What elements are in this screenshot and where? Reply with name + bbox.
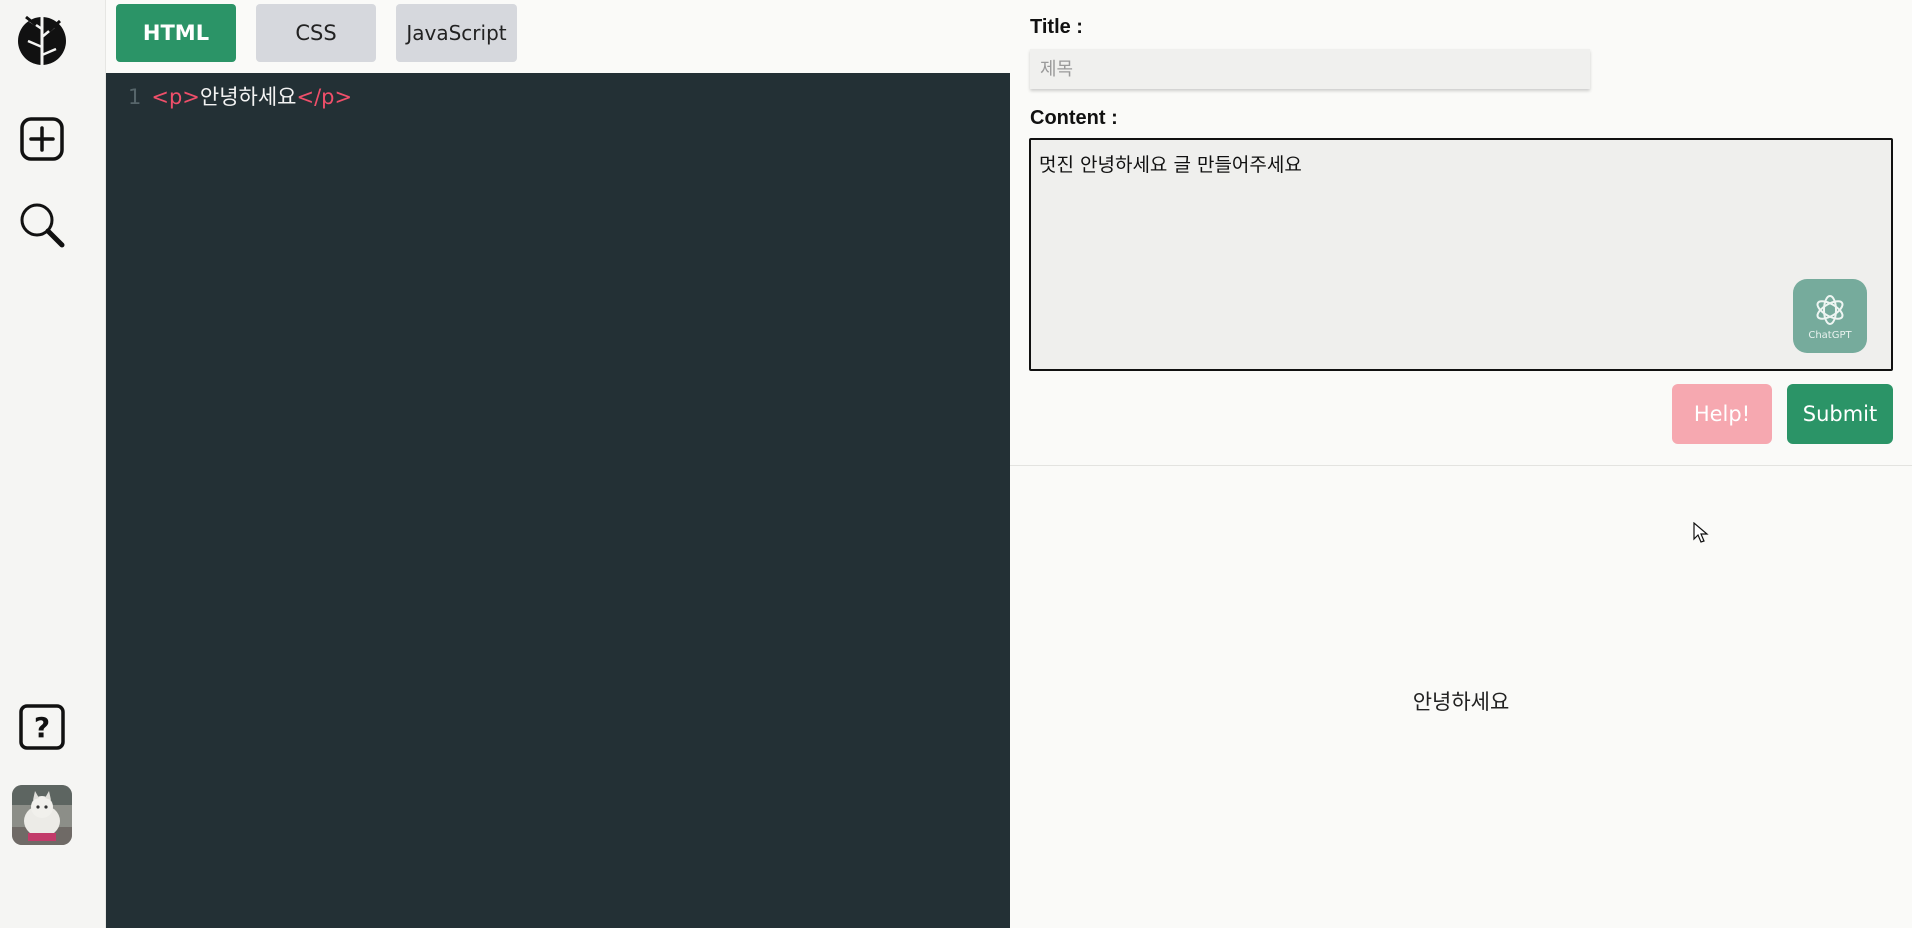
preview-output: 안녕하세요 xyxy=(1412,690,1510,714)
line-number: 1 xyxy=(128,85,142,109)
chatgpt-button[interactable]: ChatGPT xyxy=(1793,279,1867,353)
add-post-button[interactable] xyxy=(15,112,69,166)
title-input[interactable] xyxy=(1030,49,1590,89)
svg-text:?: ? xyxy=(34,711,50,744)
content-label: Content : xyxy=(1030,107,1118,129)
close-tag: </p> xyxy=(296,85,353,109)
chatgpt-icon xyxy=(1816,294,1844,325)
submit-button[interactable]: Submit xyxy=(1787,384,1893,444)
search-icon xyxy=(20,203,65,248)
help-button[interactable]: Help! xyxy=(1672,384,1772,444)
divider xyxy=(1010,465,1912,466)
tab-javascript[interactable]: JavaScript xyxy=(396,4,517,62)
content-textarea[interactable]: 멋진 안녕하세요 글 만들어주세요 ChatGPT xyxy=(1029,138,1893,371)
title-label: Title : xyxy=(1030,16,1083,38)
tab-css[interactable]: CSS xyxy=(256,4,376,62)
mouse-cursor-icon xyxy=(1693,522,1709,543)
tab-html[interactable]: HTML xyxy=(116,4,236,62)
cat-avatar[interactable] xyxy=(12,785,72,845)
chatgpt-label: ChatGPT xyxy=(1808,329,1852,341)
code-content: 안녕하세요 xyxy=(199,85,297,109)
open-tag: <p> xyxy=(151,85,200,109)
content-value: 멋진 안녕하세요 글 만들어주세요 xyxy=(1039,154,1302,176)
help-button-sidebar[interactable]: ? xyxy=(15,700,69,754)
plus-square-icon xyxy=(20,117,64,161)
sidebar: ? xyxy=(0,0,106,928)
code-editor[interactable]: 1 <p>안녕하세요</p> xyxy=(106,73,1010,928)
question-square-icon: ? xyxy=(19,704,65,750)
search-button[interactable] xyxy=(15,198,69,252)
code-line: 1 <p>안녕하세요</p> xyxy=(128,81,352,111)
bamboo-logo-icon[interactable] xyxy=(15,14,69,69)
